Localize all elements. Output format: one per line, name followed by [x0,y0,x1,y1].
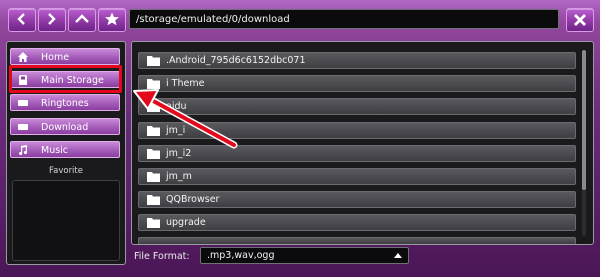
file-list: .Android_795d6c6152dbc071 i Theme aidu j… [131,41,594,245]
close-button[interactable] [566,8,594,32]
file-browser-window: /storage/emulated/0/download Home Main S… [0,0,600,277]
file-name: QQBrowser [166,194,220,205]
sidebar-item-label: Home [41,52,70,63]
sidebar-item-label: Download [41,122,89,133]
list-item[interactable]: .Android_795d6c6152dbc071 [138,52,576,69]
download-icon [18,124,28,130]
list-item[interactable] [138,237,576,244]
file-name: jm_i2 [166,148,192,159]
ringtone-icon [18,100,28,106]
chevron-left-icon [17,13,25,25]
star-icon [105,12,119,26]
folder-icon [147,149,160,159]
file-name: i Theme [166,78,205,89]
folder-icon [147,56,160,66]
folder-icon [147,195,160,205]
scrollbar-thumb[interactable] [582,50,586,190]
sidebar-item-music[interactable]: Music [10,141,120,158]
toolbar: /storage/emulated/0/download [0,0,600,40]
list-item[interactable]: aidu [138,98,576,115]
chevron-right-icon [48,13,56,25]
file-format-value: .mp3,wav,ogg [207,250,275,261]
folder-icon [147,79,160,89]
forward-button[interactable] [38,8,66,32]
file-name: upgrade [166,217,206,228]
close-icon [574,14,586,26]
list-item[interactable]: jm_m [138,168,576,185]
path-input[interactable]: /storage/emulated/0/download [129,9,559,29]
back-button[interactable] [8,8,36,32]
list-item[interactable]: QQBrowser [138,191,576,208]
list-item[interactable]: jm_i [138,122,576,139]
favorite-button[interactable] [98,8,126,32]
folder-icon [147,172,160,182]
up-button[interactable] [68,8,96,32]
folder-icon [147,126,160,136]
file-name: jm_i [166,125,186,136]
list-item[interactable]: jm_i2 [138,145,576,162]
chevron-up-icon [75,14,89,23]
list-item[interactable]: upgrade [138,214,576,231]
caret-up-icon [394,253,402,258]
sidebar-item-label: Ringtones [41,98,89,109]
list-item[interactable]: i Theme [138,75,576,92]
file-format-select[interactable]: .mp3,wav,ogg [200,247,409,264]
sidebar-item-ringtones[interactable]: Ringtones [10,94,120,111]
favorite-list[interactable] [12,180,120,261]
favorite-label: Favorite [49,166,83,176]
home-icon [18,52,28,62]
sidebar-item-home[interactable]: Home [10,48,120,65]
highlight-box [9,65,122,93]
file-name: .Android_795d6c6152dbc071 [166,55,306,66]
music-note-icon [19,145,28,156]
folder-icon [147,218,160,228]
sidebar-item-label: Music [41,145,69,156]
scrollbar[interactable] [582,50,586,236]
file-name: jm_m [166,171,192,182]
folder-icon [147,102,160,112]
file-format-label: File Format: [134,251,190,262]
sidebar-item-download[interactable]: Download [10,118,120,135]
file-name: aidu [166,101,187,112]
